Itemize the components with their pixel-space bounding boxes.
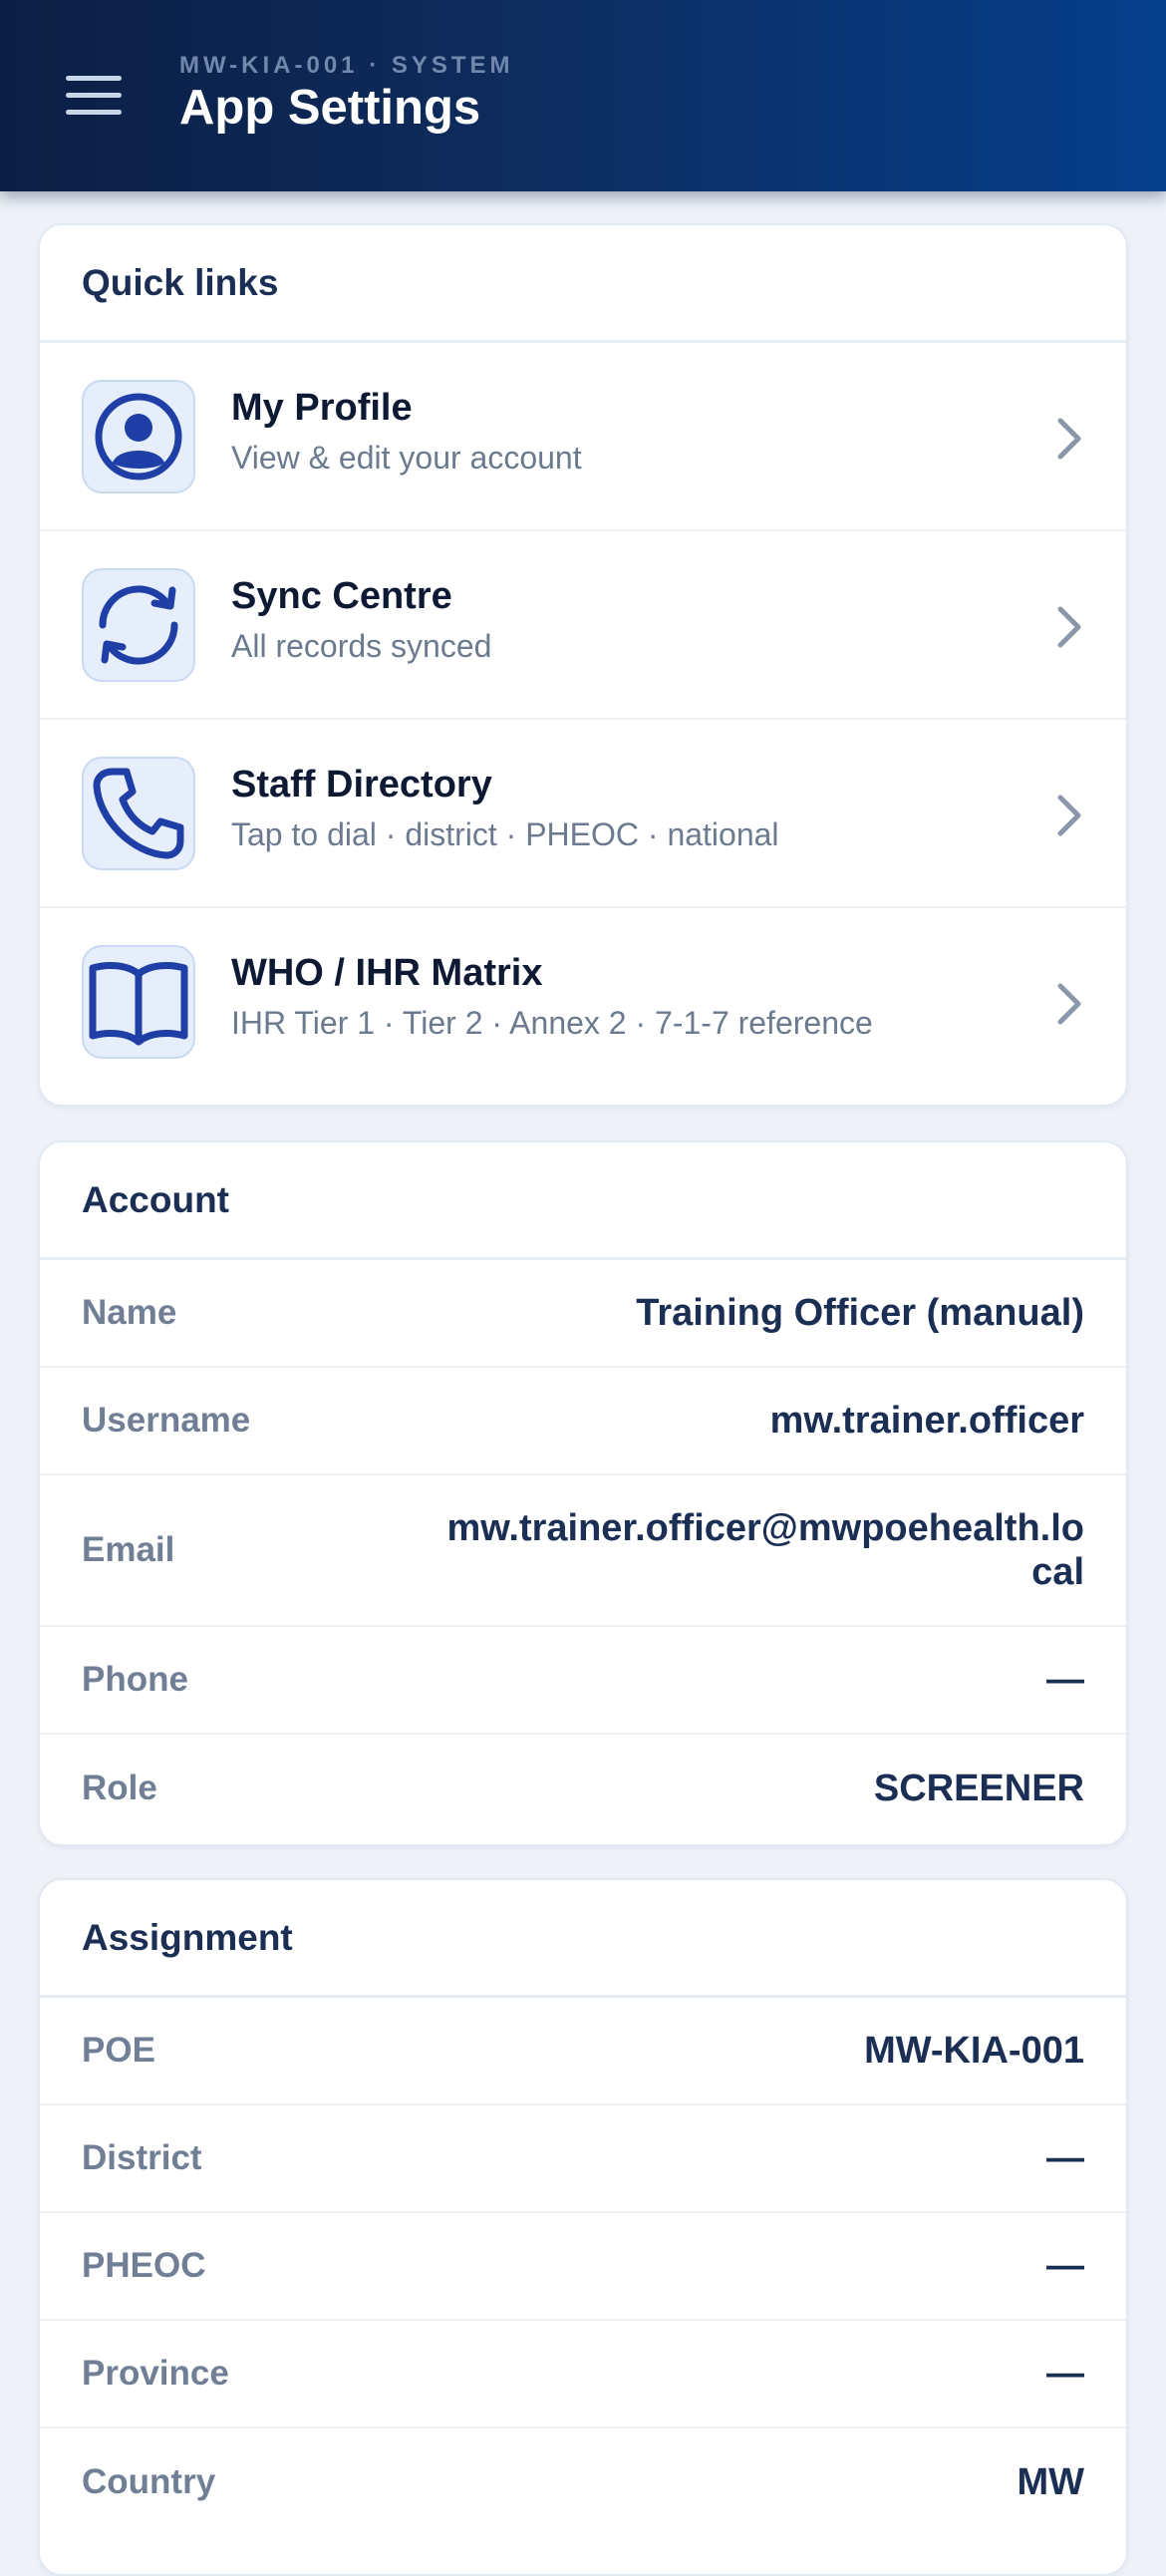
quick-links-card: Quick links My Profile View & edit your … (38, 223, 1128, 1107)
quick-link-title: WHO / IHR Matrix (231, 952, 543, 994)
account-title: Account (40, 1142, 1126, 1260)
row-label: Role (82, 1769, 157, 1807)
quick-link-subtitle: View & edit your account (231, 440, 582, 476)
quick-link-title: Sync Centre (231, 575, 452, 617)
row-label: Country (82, 2462, 216, 2501)
quick-link-my-profile[interactable]: My Profile View & edit your account (40, 343, 1126, 531)
row-value: — (1046, 2137, 1084, 2179)
quick-link-who-ihr-matrix[interactable]: WHO / IHR Matrix IHR Tier 1 · Tier 2 · A… (40, 908, 1126, 1097)
quick-links-title: Quick links (40, 225, 1126, 343)
assignment-title: Assignment (40, 1880, 1126, 1998)
row-value: mw.trainer.officer (769, 1400, 1084, 1442)
row-value: Training Officer (manual) (636, 1292, 1084, 1334)
row-label: Username (82, 1401, 251, 1440)
chevron-right-icon (1057, 795, 1081, 836)
assignment-row-country: Country MW (40, 2428, 1126, 2536)
account-row-role: Role SCREENER (40, 1735, 1126, 1842)
book-icon (82, 945, 195, 1059)
assignment-card: Assignment POE MW-KIA-001 District — PHE… (38, 1878, 1128, 2576)
row-label: Province (82, 2354, 229, 2393)
user-circle-icon (82, 380, 195, 493)
row-value: MW-KIA-001 (864, 2030, 1084, 2072)
account-row-name: Name Training Officer (manual) (40, 1260, 1126, 1368)
chevron-right-icon (1057, 983, 1081, 1025)
row-value: — (1046, 1659, 1084, 1701)
quick-link-staff-directory[interactable]: Staff Directory Tap to dial · district ·… (40, 720, 1126, 908)
row-label: Name (82, 1293, 177, 1332)
row-value: SCREENER (873, 1768, 1084, 1809)
assignment-row-poe: POE MW-KIA-001 (40, 1998, 1126, 2105)
page-title: App Settings (179, 81, 481, 135)
quick-link-sync-centre[interactable]: Sync Centre All records synced (40, 531, 1126, 720)
row-value: — (1046, 2245, 1084, 2287)
account-row-email: Email mw.trainer.officer@mwpoehealth.loc… (40, 1475, 1126, 1627)
chevron-right-icon (1057, 606, 1081, 648)
assignment-row-pheoc: PHEOC — (40, 2213, 1126, 2321)
app-header: MW-KIA-001 · SYSTEM App Settings (0, 0, 1166, 191)
account-card: Account Name Training Officer (manual) U… (38, 1140, 1128, 1846)
row-label: Phone (82, 1660, 188, 1699)
row-value: — (1046, 2353, 1084, 2395)
assignment-row-province: Province — (40, 2321, 1126, 2428)
row-value: MW (1017, 2461, 1084, 2503)
row-label: District (82, 2138, 202, 2177)
row-label: Email (82, 1530, 175, 1569)
account-row-phone: Phone — (40, 1627, 1126, 1735)
assignment-row-district: District — (40, 2105, 1126, 2213)
chevron-right-icon (1057, 418, 1081, 460)
hamburger-menu-icon[interactable] (66, 76, 124, 118)
account-row-username: Username mw.trainer.officer (40, 1368, 1126, 1475)
row-label: PHEOC (82, 2246, 206, 2285)
quick-link-subtitle: Tap to dial · district · PHEOC · nationa… (231, 816, 779, 852)
row-value: mw.trainer.officer@mwpoehealth.local (446, 1507, 1084, 1593)
quick-link-title: My Profile (231, 387, 413, 429)
quick-link-subtitle: IHR Tier 1 · Tier 2 · Annex 2 · 7-1-7 re… (231, 1005, 873, 1041)
header-eyebrow: MW-KIA-001 · SYSTEM (179, 52, 514, 79)
sync-icon (82, 568, 195, 682)
quick-link-title: Staff Directory (231, 764, 492, 805)
quick-link-subtitle: All records synced (231, 628, 492, 664)
row-label: POE (82, 2031, 155, 2070)
phone-icon (82, 757, 195, 870)
